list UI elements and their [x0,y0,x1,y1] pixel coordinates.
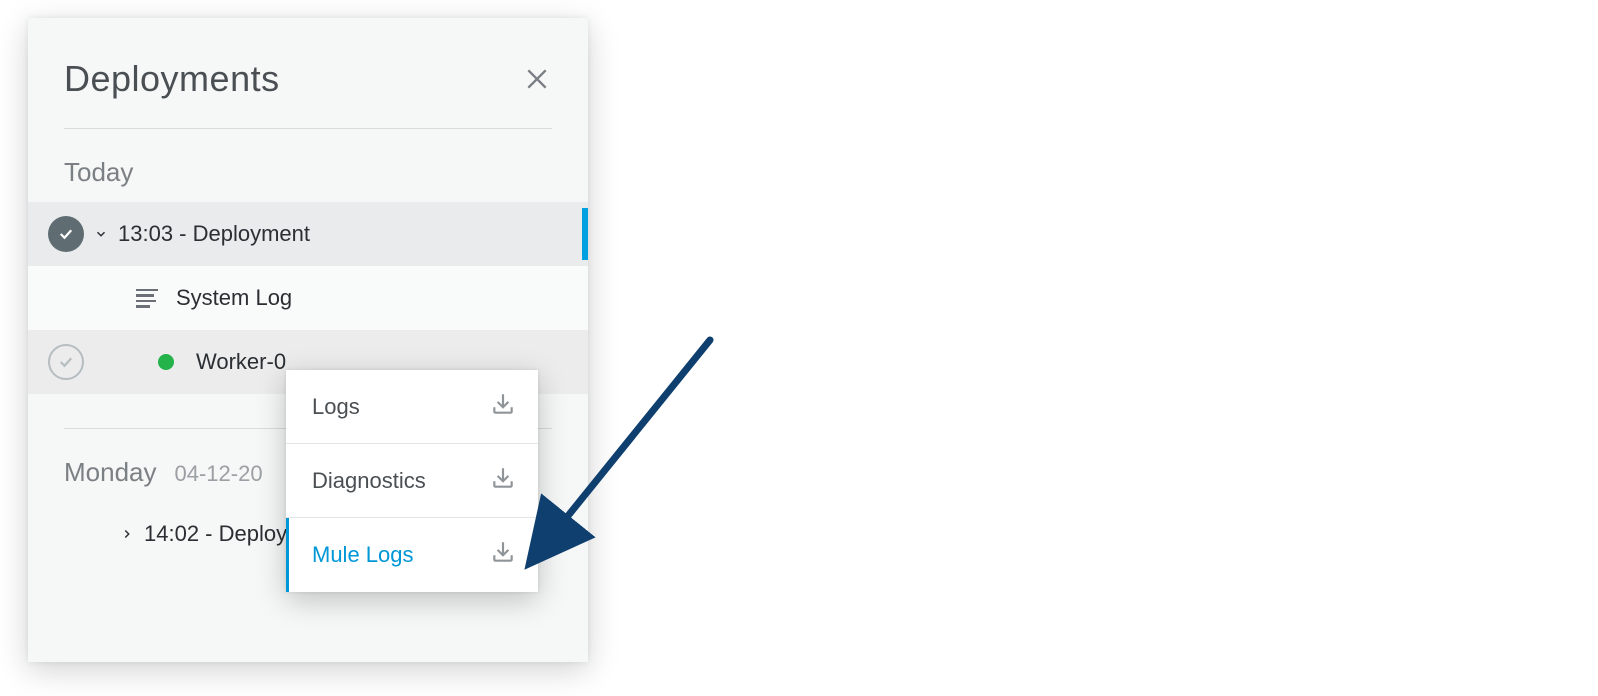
section-monday-label: Monday [64,457,157,488]
status-dot-green [158,354,174,370]
deployment-row-label: 13:03 - Deployment [118,221,310,247]
download-icon [490,465,516,497]
system-log-label: System Log [176,285,292,311]
status-pending-icon [48,344,84,380]
menu-item-mule-logs-label: Mule Logs [312,542,414,568]
worker-label: Worker-0 [196,349,286,375]
worker-context-menu: Logs Diagnostics Mule Logs [286,370,538,592]
menu-item-diagnostics-label: Diagnostics [312,468,426,494]
chevron-down-icon [94,227,108,241]
section-monday-date: 04-12-20 [175,461,263,487]
close-button[interactable] [522,64,552,94]
log-lines-icon [136,287,158,309]
download-icon [490,391,516,423]
menu-item-logs[interactable]: Logs [286,370,538,444]
menu-item-diagnostics[interactable]: Diagnostics [286,444,538,518]
section-today-label: Today [28,129,588,202]
deployment-row-today[interactable]: 13:03 - Deployment [28,202,588,266]
chevron-right-icon [120,527,134,541]
system-log-row[interactable]: System Log [28,266,588,330]
selection-accent [582,208,588,260]
panel-header: Deployments [28,18,588,128]
download-icon [490,539,516,571]
menu-item-mule-logs[interactable]: Mule Logs [286,518,538,592]
close-icon [524,66,550,92]
panel-title: Deployments [64,58,280,100]
menu-item-logs-label: Logs [312,394,360,420]
status-success-icon [48,216,84,252]
